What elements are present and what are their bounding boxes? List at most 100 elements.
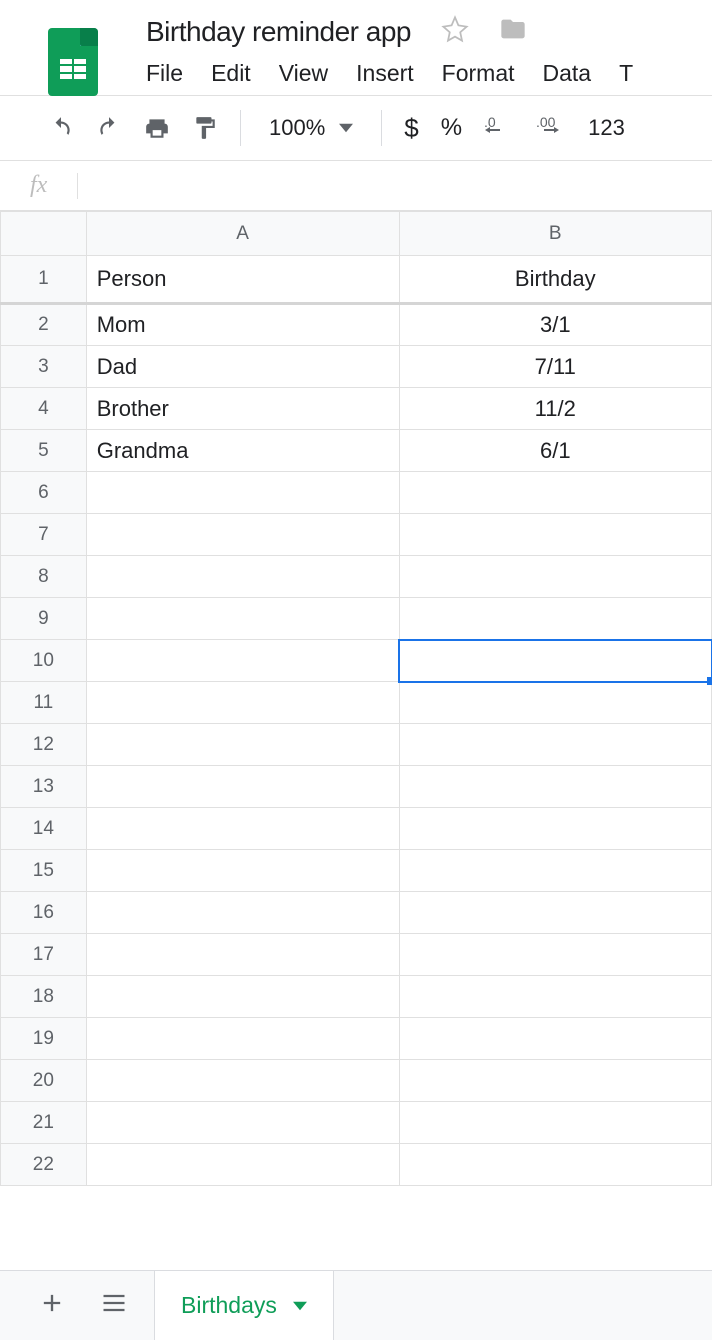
row-header[interactable]: 5 bbox=[1, 430, 87, 472]
select-all-corner[interactable] bbox=[1, 212, 87, 256]
row-header[interactable]: 14 bbox=[1, 808, 87, 850]
row-header[interactable]: 18 bbox=[1, 976, 87, 1018]
row-header[interactable]: 4 bbox=[1, 388, 87, 430]
cell[interactable] bbox=[399, 934, 711, 976]
row-header[interactable]: 19 bbox=[1, 1018, 87, 1060]
cell[interactable] bbox=[399, 1144, 711, 1186]
add-sheet-icon[interactable] bbox=[30, 1281, 74, 1330]
increase-decimal-icon[interactable]: .00 bbox=[536, 115, 566, 141]
row-header[interactable]: 22 bbox=[1, 1144, 87, 1186]
cell[interactable] bbox=[399, 1102, 711, 1144]
row-header[interactable]: 2 bbox=[1, 304, 87, 346]
cell-a1[interactable]: Person bbox=[86, 256, 399, 304]
cell-b4[interactable]: 11/2 bbox=[399, 388, 711, 430]
cell[interactable] bbox=[399, 598, 711, 640]
menu-format[interactable]: Format bbox=[442, 60, 515, 87]
cell-a2[interactable]: Mom bbox=[86, 304, 399, 346]
row-header[interactable]: 12 bbox=[1, 724, 87, 766]
menu-insert[interactable]: Insert bbox=[356, 60, 414, 87]
cell[interactable] bbox=[86, 724, 399, 766]
cell[interactable] bbox=[399, 724, 711, 766]
format-percent-icon[interactable]: % bbox=[441, 114, 462, 142]
row-header[interactable]: 20 bbox=[1, 1060, 87, 1102]
cell[interactable] bbox=[86, 682, 399, 724]
format-auto-icon[interactable]: 123 bbox=[588, 115, 625, 141]
cell[interactable] bbox=[399, 1060, 711, 1102]
cell[interactable] bbox=[86, 976, 399, 1018]
cell[interactable] bbox=[86, 598, 399, 640]
cell[interactable] bbox=[86, 514, 399, 556]
cell[interactable] bbox=[86, 556, 399, 598]
cell[interactable] bbox=[399, 682, 711, 724]
header: Birthday reminder app File Edit View Ins… bbox=[0, 0, 712, 95]
sheet-tab-label: Birthdays bbox=[181, 1292, 277, 1319]
row-header[interactable]: 1 bbox=[1, 256, 87, 304]
folder-icon[interactable] bbox=[499, 15, 527, 48]
cell[interactable] bbox=[399, 1018, 711, 1060]
cell[interactable] bbox=[399, 808, 711, 850]
column-header-b[interactable]: B bbox=[399, 212, 711, 256]
cell[interactable] bbox=[86, 1102, 399, 1144]
all-sheets-icon[interactable] bbox=[92, 1281, 136, 1330]
cell[interactable] bbox=[86, 934, 399, 976]
cell-b10-selected[interactable] bbox=[399, 640, 711, 682]
cell[interactable] bbox=[86, 1144, 399, 1186]
cell-a5[interactable]: Grandma bbox=[86, 430, 399, 472]
row-header[interactable]: 13 bbox=[1, 766, 87, 808]
star-icon[interactable] bbox=[441, 15, 469, 48]
formula-bar: fx bbox=[0, 161, 712, 211]
row-header[interactable]: 6 bbox=[1, 472, 87, 514]
row-header[interactable]: 21 bbox=[1, 1102, 87, 1144]
fx-icon: fx bbox=[30, 172, 47, 199]
row-header[interactable]: 11 bbox=[1, 682, 87, 724]
decrease-decimal-icon[interactable]: .0 bbox=[484, 115, 514, 141]
cell[interactable] bbox=[86, 1018, 399, 1060]
menu-data[interactable]: Data bbox=[543, 60, 592, 87]
row-header[interactable]: 10 bbox=[1, 640, 87, 682]
print-icon[interactable] bbox=[144, 115, 170, 141]
row-header[interactable]: 17 bbox=[1, 934, 87, 976]
cell-a4[interactable]: Brother bbox=[86, 388, 399, 430]
formula-input[interactable] bbox=[78, 174, 682, 197]
redo-icon[interactable] bbox=[96, 115, 122, 141]
spreadsheet-grid[interactable]: A B 1PersonBirthday 2Mom3/1 3Dad7/11 4Br… bbox=[0, 211, 712, 1270]
cell-b5[interactable]: 6/1 bbox=[399, 430, 711, 472]
column-header-a[interactable]: A bbox=[86, 212, 399, 256]
format-currency-icon[interactable]: $ bbox=[404, 113, 418, 144]
cell[interactable] bbox=[86, 808, 399, 850]
cell[interactable] bbox=[399, 850, 711, 892]
zoom-dropdown[interactable]: 100% bbox=[263, 115, 359, 141]
row-header[interactable]: 3 bbox=[1, 346, 87, 388]
undo-icon[interactable] bbox=[48, 115, 74, 141]
cell[interactable] bbox=[399, 766, 711, 808]
cell[interactable] bbox=[86, 640, 399, 682]
row-header[interactable]: 16 bbox=[1, 892, 87, 934]
cell[interactable] bbox=[86, 892, 399, 934]
document-title[interactable]: Birthday reminder app bbox=[146, 10, 411, 52]
cell-b1[interactable]: Birthday bbox=[399, 256, 711, 304]
cell[interactable] bbox=[86, 850, 399, 892]
row-header[interactable]: 8 bbox=[1, 556, 87, 598]
paint-format-icon[interactable] bbox=[192, 115, 218, 141]
menu-more[interactable]: T bbox=[619, 60, 633, 87]
menu-file[interactable]: File bbox=[146, 60, 183, 87]
row-header[interactable]: 7 bbox=[1, 514, 87, 556]
sheet-tab-birthdays[interactable]: Birthdays bbox=[154, 1270, 334, 1340]
toolbar: 100% $ % .0 .00 123 bbox=[0, 95, 712, 161]
row-header[interactable]: 15 bbox=[1, 850, 87, 892]
cell[interactable] bbox=[86, 1060, 399, 1102]
cell[interactable] bbox=[399, 514, 711, 556]
cell[interactable] bbox=[86, 766, 399, 808]
menu-edit[interactable]: Edit bbox=[211, 60, 251, 87]
cell[interactable] bbox=[399, 472, 711, 514]
cell[interactable] bbox=[399, 976, 711, 1018]
cell[interactable] bbox=[399, 556, 711, 598]
menu-view[interactable]: View bbox=[279, 60, 328, 87]
sheet-bar: Birthdays bbox=[0, 1270, 712, 1340]
cell-b3[interactable]: 7/11 bbox=[399, 346, 711, 388]
row-header[interactable]: 9 bbox=[1, 598, 87, 640]
cell-a3[interactable]: Dad bbox=[86, 346, 399, 388]
cell-b2[interactable]: 3/1 bbox=[399, 304, 711, 346]
cell[interactable] bbox=[86, 472, 399, 514]
cell[interactable] bbox=[399, 892, 711, 934]
